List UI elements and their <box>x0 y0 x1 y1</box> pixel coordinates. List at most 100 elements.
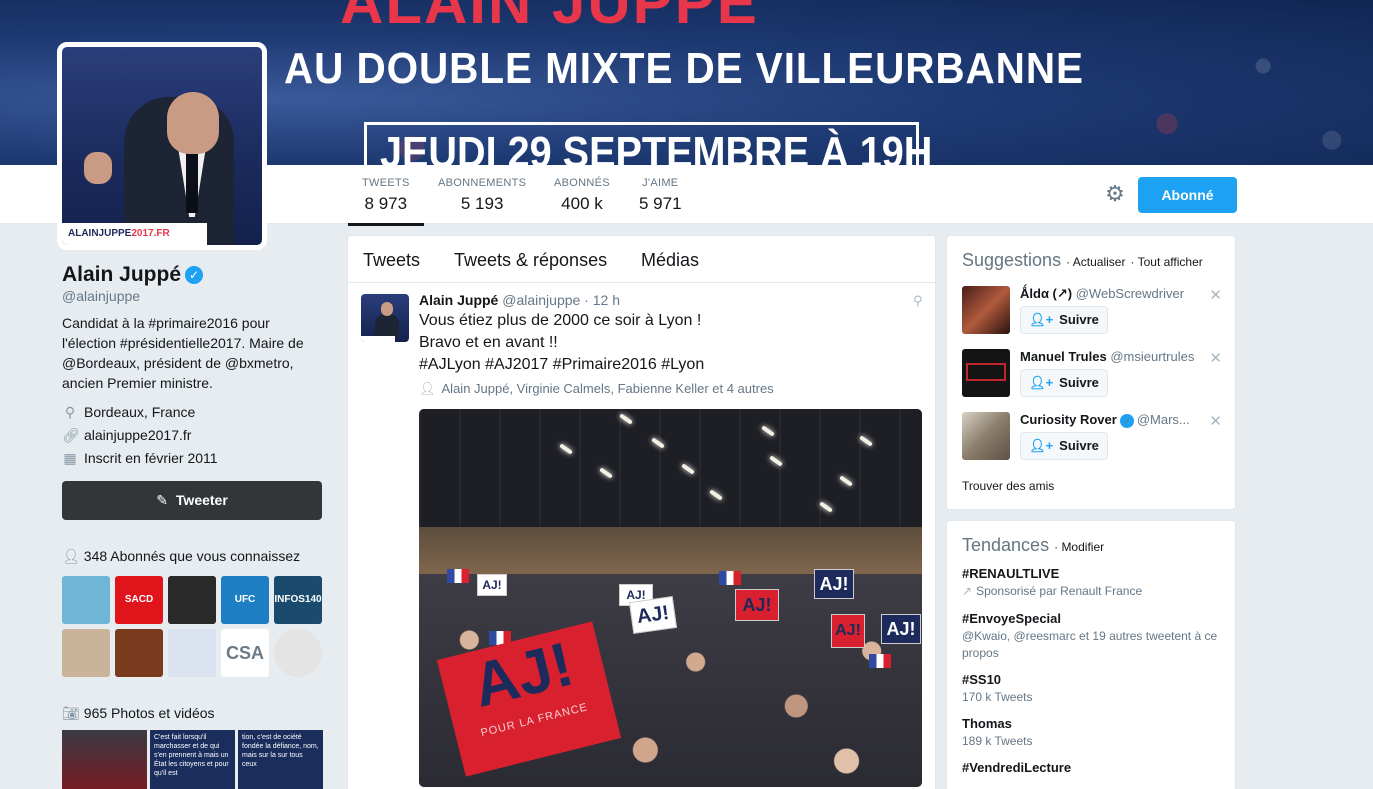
photo-sign: AJ! <box>735 589 779 621</box>
suggestion-name[interactable]: Ǻldα (↗) @WebScrewdriver <box>1020 286 1184 302</box>
suggestion-name[interactable]: Curiosity Rover ✓ @Mars... <box>1020 412 1190 428</box>
follower-avatar[interactable]: UFC <box>221 576 269 624</box>
avatar-body <box>375 314 399 338</box>
follower-avatar[interactable] <box>62 629 110 677</box>
banner-subtitle: AU DOUBLE MIXTE DE VILLEURBANNE <box>284 44 1084 93</box>
close-icon[interactable]: ✕ <box>1209 412 1222 430</box>
tweet-line: Bravo et en avant !! <box>419 334 558 351</box>
promoted-icon: ↗ <box>962 584 973 598</box>
trend-detail: @Kwaio, @reesmarc et 19 autres tweetent … <box>962 629 1218 660</box>
link-icon: 🔗︎ <box>62 427 80 443</box>
tweet-line: Vous étiez plus de 2000 ce soir à Lyon ! <box>419 312 702 329</box>
follower-avatar[interactable] <box>115 629 163 677</box>
french-flag <box>719 571 741 585</box>
tweet-text: Vous étiez plus de 2000 ce soir à Lyon !… <box>419 310 919 376</box>
stat-likes[interactable]: J'AIME 5 971 <box>639 177 682 214</box>
stat-value: 400 k <box>561 194 603 213</box>
refresh-link[interactable]: Actualiser <box>1073 255 1126 269</box>
profile-joined: ▦ Inscrit en février 2011 <box>63 450 218 466</box>
followers-you-know-title[interactable]: 👤︎ 348 Abonnés que vous connaissez <box>62 548 300 565</box>
follow-suggestion-button[interactable]: 👤︎+ Suivre <box>1020 306 1108 334</box>
suggestions-card: Suggestions · Actualiser · Tout afficher… <box>946 235 1236 510</box>
follower-avatar[interactable]: SACD <box>115 576 163 624</box>
suggestion-item: Ǻldα (↗) @WebScrewdriver ✕ 👤︎+ Suivre <box>962 286 1227 336</box>
avatar-head <box>381 302 393 316</box>
suggestion-avatar[interactable] <box>962 286 1010 334</box>
verified-icon: ✓ <box>1119 414 1134 428</box>
stat-following[interactable]: ABONNEMENTS 5 193 <box>438 177 526 214</box>
avatar-tie <box>186 153 198 213</box>
stat-tweets[interactable]: TWEETS 8 973 <box>348 177 424 226</box>
trend-detail: ↗ Sponsorisé par Renault France <box>962 584 1143 598</box>
follow-suggestion-button[interactable]: 👤︎+ Suivre <box>1020 369 1108 397</box>
bio-line: l'élection #présidentielle2017. Maire de <box>62 335 304 351</box>
banner-title: ALAIN JUPPÉ <box>340 0 759 36</box>
compose-icon: ✎ <box>156 492 168 508</box>
tweet-header: Alain Juppé @alainjuppe · 12 h <box>419 292 620 308</box>
follow-button[interactable]: Abonné <box>1138 177 1237 213</box>
trend-name: Thomas <box>962 716 1012 731</box>
suggestion-item: Curiosity Rover ✓ @Mars... ✕ 👤︎+ Suivre <box>962 412 1227 462</box>
verified-icon: ✓ <box>185 266 204 284</box>
location-pin-icon: ⚲ <box>64 404 76 420</box>
trend-item[interactable]: #EnvoyeSpecial @Kwaio, @reesmarc et 19 a… <box>962 611 1227 662</box>
tab-media[interactable]: Médias <box>641 250 699 271</box>
tweet-button[interactable]: ✎ Tweeter <box>62 481 322 520</box>
location-pin-icon[interactable]: ⚲ <box>913 293 923 309</box>
profile-avatar[interactable]: ALAINJUPPE2017.FR <box>57 42 267 250</box>
user-icon: 👤︎ <box>62 548 80 564</box>
tweet-line[interactable]: #AJLyon #AJ2017 #Primaire2016 #Lyon <box>419 354 919 376</box>
tweet-tagged-users[interactable]: 👤︎ Alain Juppé, Virginie Calmels, Fabienn… <box>419 381 774 397</box>
stat-value: 8 973 <box>364 194 408 213</box>
suggestion-avatar[interactable] <box>962 412 1010 460</box>
find-friends-link[interactable]: Trouver des amis <box>962 479 1054 493</box>
modify-link[interactable]: Modifier <box>1061 540 1104 554</box>
trend-item[interactable]: #VendrediLecture <box>962 760 1227 775</box>
tweet-photo[interactable]: AJ! AJ! AJ! AJ! AJ! AJ! AJ! AJ! POUR LA … <box>419 409 922 787</box>
follower-avatar[interactable] <box>274 629 322 677</box>
media-thumbnail[interactable]: C'est fait lorsqu'il marchasser et de qu… <box>150 730 235 789</box>
stat-label: J'AIME <box>642 177 679 189</box>
follower-avatar[interactable]: CSA <box>221 629 269 677</box>
avatar-head <box>167 92 219 154</box>
photo-ceiling <box>419 409 922 529</box>
trend-name: #EnvoyeSpecial <box>962 611 1061 626</box>
suggestion-item: Manuel Trules @msieurtrules ✕ 👤︎+ Suivre <box>962 349 1227 399</box>
tweet-avatar[interactable] <box>361 294 409 342</box>
bio-line: @Bordeaux, président de @bxmetro, <box>62 355 294 371</box>
tweet-timestamp[interactable]: 12 h <box>593 292 620 308</box>
photo-sign: AJ! <box>831 614 865 648</box>
avatar-logo <box>361 336 395 342</box>
suggestion-name[interactable]: Manuel Trules @msieurtrules <box>1020 349 1194 364</box>
stat-label: TWEETS <box>362 177 410 189</box>
gear-icon[interactable]: ⚙ <box>1104 183 1126 205</box>
banner-date: JEUDI 29 SEPTEMBRE À 19H <box>380 128 933 165</box>
close-icon[interactable]: ✕ <box>1209 286 1222 304</box>
profile-name: Alain Juppé ✓ <box>62 263 204 287</box>
tab-tweets-replies[interactable]: Tweets & réponses <box>454 250 607 271</box>
stat-value: 5 971 <box>639 194 682 213</box>
media-thumbnail[interactable] <box>62 730 147 789</box>
follower-avatar[interactable]: INFOS140 <box>274 576 322 624</box>
follower-avatar[interactable] <box>168 629 216 677</box>
tab-tweets[interactable]: Tweets <box>363 250 420 271</box>
view-all-link[interactable]: Tout afficher <box>1138 255 1203 269</box>
trend-item[interactable]: Thomas 189 k Tweets <box>962 716 1227 750</box>
follow-suggestion-button[interactable]: 👤︎+ Suivre <box>1020 432 1108 460</box>
profile-website[interactable]: 🔗︎ alainjuppe2017.fr <box>62 427 191 444</box>
suggestion-avatar[interactable] <box>962 349 1010 397</box>
close-icon[interactable]: ✕ <box>1209 349 1222 367</box>
trend-item[interactable]: #RENAULTLIVE ↗ Sponsorisé par Renault Fra… <box>962 566 1227 600</box>
tweet-author-handle[interactable]: @alainjuppe <box>502 292 580 308</box>
media-title[interactable]: 📷︎ 965 Photos et vidéos <box>62 705 215 722</box>
stat-label: ABONNEMENTS <box>438 177 527 189</box>
trend-detail: 189 k Tweets <box>962 734 1033 748</box>
trend-item[interactable]: #SS10 170 k Tweets <box>962 672 1227 706</box>
follower-avatar[interactable] <box>62 576 110 624</box>
add-user-icon: 👤︎+ <box>1029 312 1054 327</box>
follower-avatar[interactable] <box>168 576 216 624</box>
stat-followers[interactable]: ABONNÉS 400 k <box>554 177 610 214</box>
media-thumbnail[interactable]: tion, c'est de ociété fondée la défiance… <box>238 730 323 789</box>
tweet-author-name[interactable]: Alain Juppé <box>419 292 498 308</box>
french-flag <box>447 569 469 583</box>
